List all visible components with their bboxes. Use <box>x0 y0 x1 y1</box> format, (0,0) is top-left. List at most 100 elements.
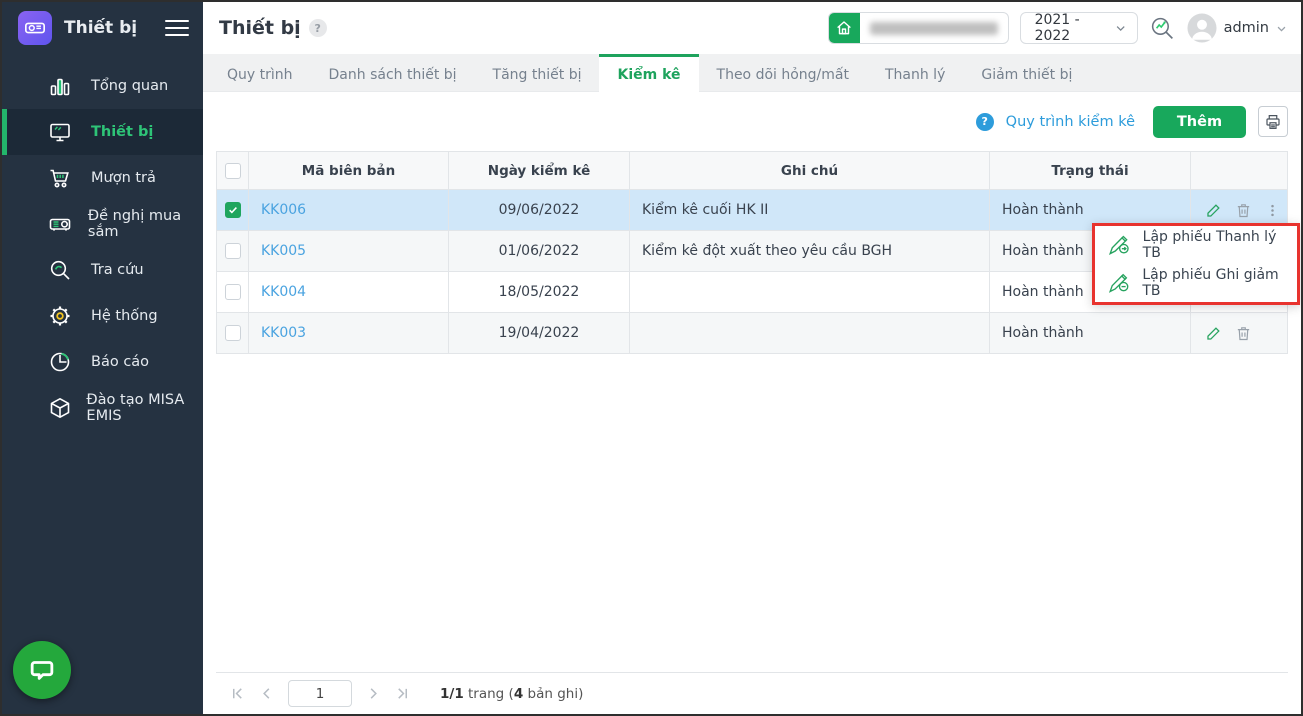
record-note: Kiểm kê cuối HK II <box>630 190 990 230</box>
sidebar-item-tong-quan[interactable]: Tổng quan <box>2 63 203 109</box>
sidebar-item-label: Mượn trả <box>91 170 156 186</box>
pie-chart-icon <box>48 350 78 374</box>
sidebar-item-dao-tao[interactable]: Đào tạo MISA EMIS <box>2 385 203 431</box>
record-note <box>630 272 990 312</box>
pagination-summary: 1/1 trang (4 bản ghi) <box>440 685 584 702</box>
menu-item-ghi-giam[interactable]: Lập phiếu Ghi giảm TB <box>1095 264 1297 302</box>
row-checkbox[interactable] <box>224 325 241 341</box>
record-date: 09/06/2022 <box>449 190 630 230</box>
sidebar-app-title: Thiết bị <box>64 18 138 38</box>
bar-chart-icon <box>48 74 78 98</box>
chevron-down-icon <box>1277 26 1286 31</box>
sidebar-item-label: Tra cứu <box>91 262 144 278</box>
record-date: 19/04/2022 <box>449 313 630 353</box>
school-year-dropdown[interactable]: 2021 - 2022 <box>1019 12 1138 44</box>
last-page-icon[interactable] <box>395 686 410 701</box>
sidebar-item-label: Thiết bị <box>91 124 154 140</box>
sidebar-item-label: Hệ thống <box>91 308 158 324</box>
sidebar-item-tra-cuu[interactable]: Tra cứu <box>2 247 203 293</box>
col-header-status: Trạng thái <box>990 152 1191 189</box>
table-row[interactable]: KK003 19/04/2022 Hoàn thành <box>217 313 1287 354</box>
row-context-menu: Lập phiếu Thanh lý TB Lập phiếu Ghi giảm… <box>1092 223 1300 305</box>
edit-icon[interactable] <box>1205 202 1222 219</box>
tab-danh-sach-thiet-bi[interactable]: Danh sách thiết bị <box>311 54 475 92</box>
printer-icon <box>1266 114 1280 129</box>
record-note <box>630 313 990 353</box>
avatar <box>1187 13 1217 43</box>
content: ? Quy trình kiểm kê Thêm Mã biên bản Ngà… <box>203 92 1301 714</box>
select-all-checkbox[interactable] <box>224 162 241 179</box>
sidebar-item-thiet-bi[interactable]: Thiết bị <box>2 109 203 155</box>
col-header-date: Ngày kiểm kê <box>449 152 630 189</box>
trash-icon[interactable] <box>1235 325 1252 342</box>
pagination: 1/1 trang (4 bản ghi) <box>216 672 1288 714</box>
sidebar-header: Thiết bị <box>2 2 203 54</box>
chat-bubble-icon <box>30 661 54 680</box>
pen-minus-icon <box>1108 273 1129 293</box>
username: admin <box>1223 20 1269 36</box>
cube-icon <box>48 396 73 420</box>
tab-tang-thiet-bi[interactable]: Tăng thiết bị <box>475 54 600 92</box>
projector-icon <box>48 212 75 236</box>
record-date: 01/06/2022 <box>449 231 630 271</box>
tab-theo-doi-hong-mat[interactable]: Theo dõi hỏng/mất <box>699 54 867 92</box>
record-link[interactable]: KK005 <box>261 243 306 259</box>
next-page-icon[interactable] <box>366 686 381 701</box>
trash-icon[interactable] <box>1235 202 1252 219</box>
record-link[interactable]: KK003 <box>261 325 306 341</box>
row-checkbox[interactable] <box>224 243 241 259</box>
tab-thanh-ly[interactable]: Thanh lý <box>867 54 963 92</box>
record-note: Kiểm kê đột xuất theo yêu cầu BGH <box>630 231 990 271</box>
sidebar-item-label: Báo cáo <box>91 354 150 370</box>
record-status: Hoàn thành <box>990 313 1191 353</box>
search-icon <box>48 258 78 282</box>
sidebar-item-de-nghi-mua-sam[interactable]: Đề nghị mua sắm <box>2 201 203 247</box>
first-page-icon[interactable] <box>230 686 245 701</box>
record-date: 18/05/2022 <box>449 272 630 312</box>
search-stats-icon <box>1151 17 1173 39</box>
col-header-code: Mã biên bản <box>249 152 449 189</box>
main-area: Thiết bị ? 2021 - 2022 admin Quy trình D… <box>203 2 1301 714</box>
tab-quy-trinh[interactable]: Quy trình <box>209 54 311 92</box>
row-checkbox-checked[interactable] <box>224 202 241 218</box>
school-year-value: 2021 - 2022 <box>1034 12 1080 44</box>
page-input[interactable] <box>288 680 352 707</box>
edit-icon[interactable] <box>1205 325 1222 342</box>
hamburger-menu-icon[interactable] <box>165 15 189 40</box>
topbar: Thiết bị ? 2021 - 2022 admin <box>203 2 1301 54</box>
sidebar-menu: Tổng quan Thiết bị Mượn trả Đề nghị mua … <box>2 54 203 431</box>
sidebar: Thiết bị Tổng quan Thiết bị Mượn trả Đề … <box>2 2 203 714</box>
tab-kiem-ke[interactable]: Kiểm kê <box>599 54 699 92</box>
record-link[interactable]: KK006 <box>261 202 306 218</box>
process-link[interactable]: Quy trình kiểm kê <box>1006 114 1135 130</box>
toolbar: ? Quy trình kiểm kê Thêm <box>216 92 1288 151</box>
pen-arrow-icon <box>1108 235 1129 256</box>
print-button[interactable] <box>1258 106 1288 137</box>
record-link[interactable]: KK004 <box>261 284 306 300</box>
school-name-redacted <box>869 21 998 35</box>
app-logo <box>18 11 52 45</box>
add-button[interactable]: Thêm <box>1153 105 1246 138</box>
cart-icon <box>48 166 78 190</box>
search-analytics-button[interactable] <box>1149 15 1176 42</box>
app-window: Thiết bị Tổng quan Thiết bị Mượn trả Đề … <box>0 0 1303 716</box>
tab-giam-thiet-bi[interactable]: Giảm thiết bị <box>963 54 1090 92</box>
process-help-icon[interactable]: ? <box>975 112 994 131</box>
chat-support-button[interactable] <box>13 641 71 699</box>
tab-bar: Quy trình Danh sách thiết bị Tăng thiết … <box>203 54 1301 92</box>
sidebar-item-he-thong[interactable]: Hệ thống <box>2 293 203 339</box>
sidebar-item-label: Đề nghị mua sắm <box>87 208 182 240</box>
page-help-icon[interactable]: ? <box>308 19 327 37</box>
sidebar-item-label: Tổng quan <box>91 78 169 94</box>
menu-item-thanh-ly[interactable]: Lập phiếu Thanh lý TB <box>1095 226 1297 264</box>
row-checkbox[interactable] <box>224 284 241 300</box>
sidebar-item-muon-tra[interactable]: Mượn trả <box>2 155 203 201</box>
projector-logo-icon <box>25 22 45 34</box>
sidebar-item-bao-cao[interactable]: Báo cáo <box>2 339 203 385</box>
prev-page-icon[interactable] <box>259 686 274 701</box>
menu-item-label: Lập phiếu Ghi giảm TB <box>1142 267 1279 299</box>
school-selector[interactable] <box>827 12 1009 44</box>
user-menu[interactable]: admin <box>1187 13 1287 43</box>
kebab-icon[interactable] <box>1265 202 1280 219</box>
sidebar-item-label: Đào tạo MISA EMIS <box>86 392 185 424</box>
